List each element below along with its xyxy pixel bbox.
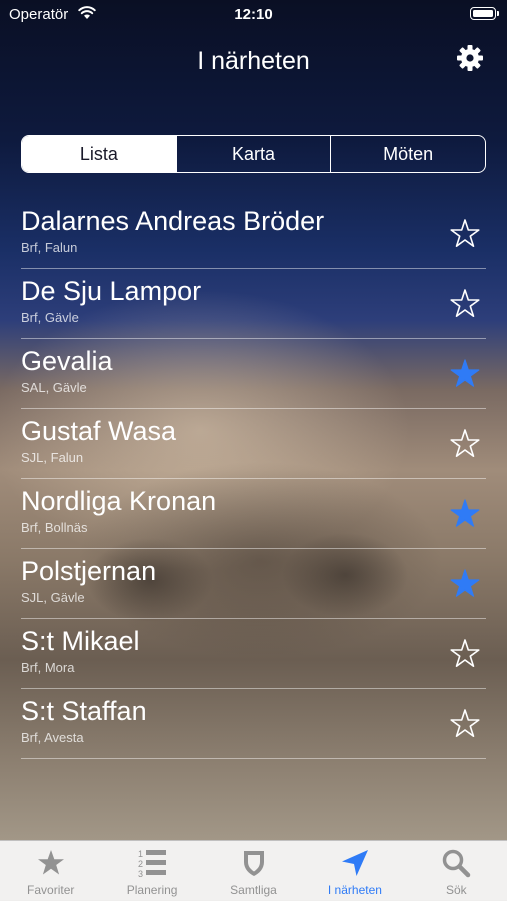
tab-label: Samtliga: [230, 883, 277, 897]
numbered-list-icon: 1 2 3: [138, 849, 167, 879]
lodge-name: S:t Mikael: [21, 626, 140, 656]
lodge-subtitle: Brf, Mora: [21, 660, 75, 675]
list-item[interactable]: S:t Staffan Brf, Avesta: [21, 689, 486, 759]
lodge-name: Dalarnes Andreas Bröder: [21, 206, 325, 236]
tab-label: Sök: [445, 883, 467, 897]
tab-favoriter[interactable]: Favoriter: [0, 841, 101, 901]
star-filled-icon[interactable]: [448, 567, 482, 601]
tab-label: Planering: [126, 883, 178, 897]
star-icon: [37, 850, 64, 875]
list-item[interactable]: Dalarnes Andreas Bröder Brf, Falun: [21, 199, 486, 269]
list-item[interactable]: Gustaf Wasa SJL, Falun: [21, 409, 486, 479]
lodge-subtitle: SAL, Gävle: [21, 380, 87, 395]
segment-moten[interactable]: Möten: [330, 136, 485, 172]
lodge-subtitle: Brf, Bollnäs: [21, 520, 88, 535]
list-item[interactable]: Gevalia SAL, Gävle: [21, 339, 486, 409]
lodge-subtitle: Brf, Falun: [21, 240, 78, 255]
lodge-name: Nordliga Kronan: [21, 486, 217, 516]
tab-sok[interactable]: Sök: [406, 841, 507, 901]
tab-planering[interactable]: 1 2 3 Planering: [101, 841, 202, 901]
star-outline-icon[interactable]: [448, 287, 482, 321]
segment-lista[interactable]: Lista: [22, 136, 176, 172]
lodge-subtitle: SJL, Gävle: [21, 590, 85, 605]
list-item[interactable]: De Sju Lampor Brf, Gävle: [21, 269, 486, 339]
status-time: 12:10: [234, 6, 273, 23]
svg-text:3: 3: [138, 869, 143, 879]
star-outline-icon[interactable]: [448, 637, 482, 671]
status-bar: Operatör 12:10: [0, 0, 507, 28]
search-icon: [443, 849, 471, 878]
star-filled-icon[interactable]: [448, 497, 482, 531]
lodge-subtitle: Brf, Avesta: [21, 730, 84, 745]
lodge-name: Polstjernan: [21, 556, 157, 586]
location-arrow-icon: [341, 850, 368, 876]
tab-i-narheten[interactable]: I närheten: [304, 841, 405, 901]
gear-icon[interactable]: [455, 43, 485, 73]
list-item[interactable]: Polstjernan SJL, Gävle: [21, 549, 486, 619]
lodge-name: Gustaf Wasa: [21, 416, 177, 446]
svg-text:2: 2: [138, 859, 143, 869]
tab-label: Favoriter: [27, 883, 75, 897]
tab-label: I närheten: [327, 883, 382, 897]
lodge-subtitle: SJL, Falun: [21, 450, 84, 465]
list-item[interactable]: S:t Mikael Brf, Mora: [21, 619, 486, 689]
star-outline-icon[interactable]: [448, 707, 482, 741]
lodge-subtitle: Brf, Gävle: [21, 310, 79, 325]
star-outline-icon[interactable]: [448, 217, 482, 251]
star-filled-icon[interactable]: [448, 357, 482, 391]
shield-icon: [243, 851, 264, 876]
segment-karta[interactable]: Karta: [175, 136, 331, 172]
lodge-name: De Sju Lampor: [21, 276, 202, 306]
page-title: I närheten: [197, 47, 310, 75]
star-outline-icon[interactable]: [448, 427, 482, 461]
list-item[interactable]: Nordliga Kronan Brf, Bollnäs: [21, 479, 486, 549]
tab-bar: Favoriter 1 2 3 Planering Samtliga I när…: [0, 840, 507, 901]
lodge-name: S:t Staffan: [21, 696, 147, 726]
tab-samtliga[interactable]: Samtliga: [203, 841, 304, 901]
svg-text:1: 1: [138, 849, 143, 859]
battery-icon: [470, 7, 499, 20]
lodge-list: Dalarnes Andreas Bröder Brf, Falun De Sj…: [21, 199, 486, 759]
view-segmented-control: Lista Karta Möten: [21, 135, 486, 173]
lodge-name: Gevalia: [21, 346, 113, 376]
